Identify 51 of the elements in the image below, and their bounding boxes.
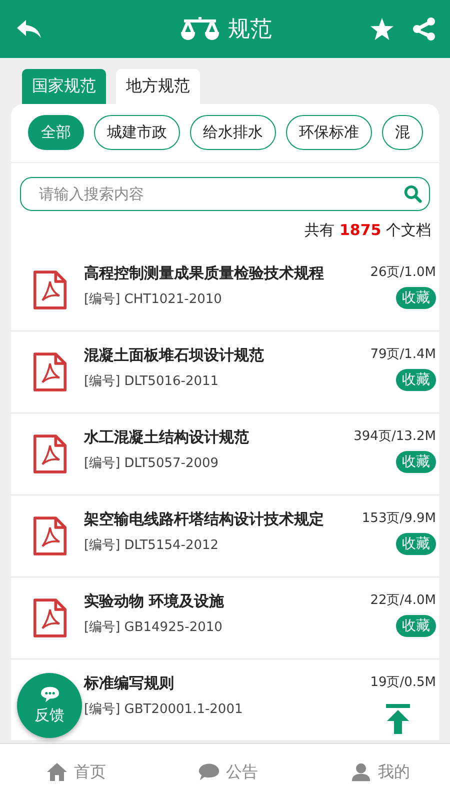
back-to-top-icon[interactable] [386, 704, 410, 734]
collect-button[interactable]: 收藏 [396, 287, 436, 309]
nav-item[interactable]: 公告 [198, 762, 258, 782]
document-code: [编号] DLT5154-2012 [84, 537, 220, 554]
chat-icon [38, 686, 60, 704]
speech-bubble-icon [198, 762, 220, 782]
pdf-icon [33, 516, 67, 556]
document-code: [编号] CHT1021-2010 [84, 291, 223, 308]
nav-item[interactable]: 首页 [46, 762, 106, 782]
collect-button[interactable]: 收藏 [396, 615, 436, 637]
collect-button[interactable]: 收藏 [396, 369, 436, 391]
document-count: 共有 1875 个文档 [304, 221, 431, 240]
category-chip[interactable]: 混 [382, 115, 423, 150]
star-icon[interactable] [370, 17, 394, 41]
tab[interactable]: 地方规范 [116, 69, 200, 104]
document-title[interactable]: 水工混凝土结构设计规范 [84, 428, 354, 447]
collect-button[interactable]: 收藏 [396, 451, 436, 473]
pdf-icon [33, 270, 67, 310]
pdf-icon [33, 434, 67, 474]
document-code: [编号] GB14925-2010 [84, 619, 224, 636]
nav-item[interactable]: 我的 [350, 762, 410, 782]
document-title[interactable]: 实验动物 环境及设施 [84, 592, 370, 611]
document-code: [编号] GBT20001.1-2001 [84, 701, 244, 718]
scale-icon [180, 15, 220, 43]
document-code: [编号] DLT5057-2009 [84, 455, 220, 472]
document-size: 19页/0.5M [370, 674, 436, 691]
category-chip[interactable]: 给水排水 [190, 115, 276, 150]
search-field[interactable]: 请输入搜索内容 [20, 177, 430, 211]
document-title[interactable]: 标准编写规则 [84, 674, 370, 693]
share-icon[interactable] [412, 17, 436, 41]
document-title[interactable]: 架空输电线路杆塔结构设计技术规定 [84, 510, 362, 529]
document-size: 394页/13.2M [354, 428, 436, 445]
pdf-icon [33, 598, 67, 638]
document-size: 22页/4.0M [370, 592, 436, 609]
document-size: 153页/9.9M [362, 510, 436, 527]
person-icon [350, 762, 372, 782]
home-icon [46, 762, 68, 782]
back-icon[interactable] [16, 19, 42, 39]
collect-button[interactable]: 收藏 [396, 533, 436, 555]
tab[interactable]: 国家规范 [22, 69, 106, 104]
search-icon[interactable] [404, 185, 422, 203]
document-size: 26页/1.0M [370, 264, 436, 281]
category-chip[interactable]: 环保标准 [286, 115, 372, 150]
page-title: 规范 [228, 16, 272, 44]
document-size: 79页/1.4M [370, 346, 436, 363]
category-chip[interactable]: 全部 [28, 115, 84, 150]
category-chip[interactable]: 城建市政 [94, 115, 180, 150]
document-code: [编号] DLT5016-2011 [84, 373, 220, 390]
document-title[interactable]: 混凝土面板堆石坝设计规范 [84, 346, 370, 365]
document-title[interactable]: 高程控制测量成果质量检验技术规程 [84, 264, 370, 283]
pdf-icon [33, 352, 67, 392]
